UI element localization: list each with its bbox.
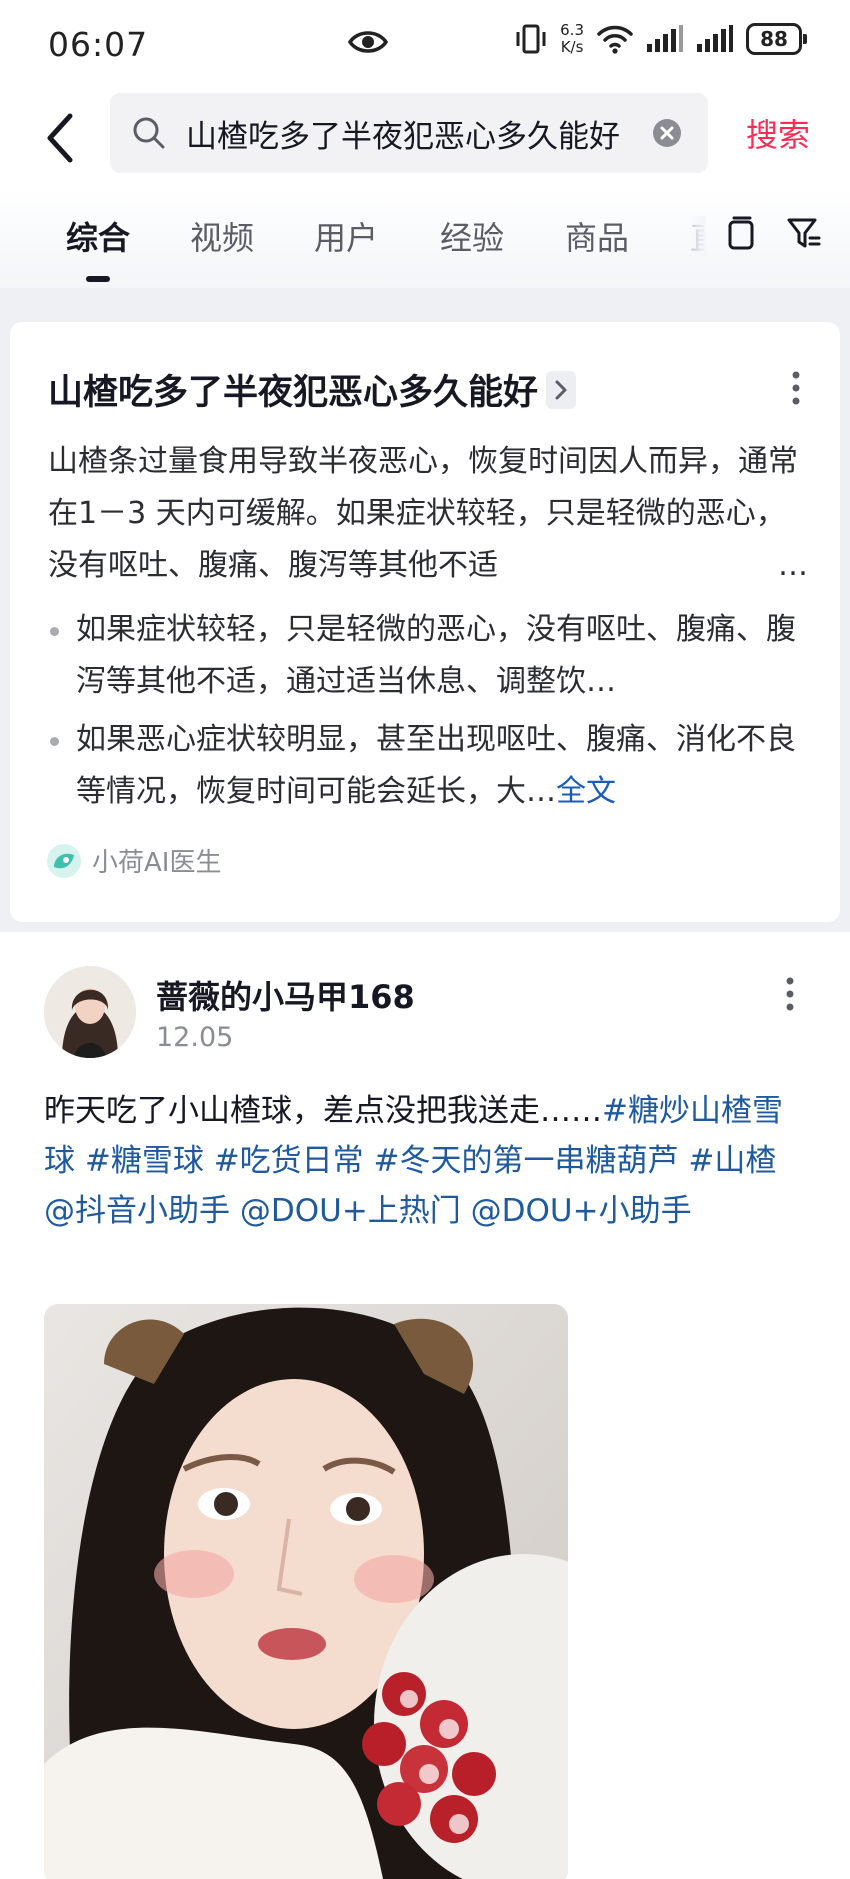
video-thumbnail-image: [44, 1304, 568, 1879]
post-date: 12.05: [156, 1022, 234, 1053]
eye-icon: [348, 31, 388, 53]
status-bar: 06:07 6.3 K/s 88: [0, 0, 850, 88]
more-icon[interactable]: [784, 976, 796, 1012]
mention[interactable]: @抖音小助手: [44, 1193, 230, 1229]
tab-fade: [688, 216, 706, 256]
battery-icon: 88: [746, 23, 807, 55]
hashtag[interactable]: #糖雪球: [85, 1143, 204, 1179]
signal-icon-2: [697, 25, 733, 52]
mention[interactable]: @DOU+上热门: [240, 1193, 461, 1229]
tab-active-indicator: [86, 276, 110, 282]
video-post-card[interactable]: 蔷薇的小马甲168 12.05 昨天吃了小山楂球，差点没把我送走……#糖炒山楂雪…: [0, 932, 850, 1879]
tab-video[interactable]: 视频: [190, 213, 254, 259]
tab-users[interactable]: 用户: [314, 213, 378, 259]
status-time: 06:07: [48, 24, 149, 64]
tab-experience[interactable]: 经验: [440, 213, 504, 259]
tab-comprehensive[interactable]: 综合: [66, 213, 130, 259]
hashtag[interactable]: #山楂: [688, 1143, 776, 1179]
copy-icon[interactable]: [724, 214, 758, 254]
status-icons: 6.3 K/s 88: [514, 21, 807, 56]
signal-icon: [647, 25, 683, 52]
ai-card-title[interactable]: 山楂吃多了半夜犯恶心多久能好: [48, 364, 577, 415]
search-icon: [133, 117, 165, 149]
filter-icon[interactable]: [786, 214, 822, 254]
search-input[interactable]: [186, 115, 646, 151]
ai-bullet-item: 如果恶心症状较明显，甚至出现呕吐、腹痛、消化不良等情况，恢复时间可能会延长，大……: [48, 714, 808, 818]
search-box[interactable]: [110, 93, 708, 173]
hashtag[interactable]: #吃货日常: [214, 1143, 364, 1179]
read-full-link[interactable]: 全文: [556, 774, 616, 809]
hashtag[interactable]: #冬天的第一串糖葫芦: [374, 1143, 679, 1179]
ai-source[interactable]: 小荷AI医生: [46, 842, 221, 879]
ai-answer-card[interactable]: 山楂吃多了半夜犯恶心多久能好 山楂条过量食用导致半夜恶心，恢复时间因人而异，通常…: [10, 322, 840, 922]
post-description: 昨天吃了小山楂球，差点没把我送走……#糖炒山楂雪球 #糖雪球 #吃货日常 #冬天…: [44, 1093, 783, 1229]
back-arrow-icon[interactable]: [40, 108, 80, 168]
more-icon[interactable]: [790, 370, 802, 406]
search-button[interactable]: 搜索: [746, 110, 810, 156]
mention[interactable]: @DOU+小助手: [471, 1193, 692, 1229]
vibrate-icon: [516, 24, 546, 54]
chevron-right-icon: [546, 370, 577, 409]
tab-bar: 综合 视频 用户 经验 商品 直: [0, 188, 850, 288]
search-header: 搜索: [0, 88, 850, 188]
avatar[interactable]: [44, 966, 136, 1058]
tab-products[interactable]: 商品: [565, 213, 629, 259]
net-speed: 6.3 K/s: [560, 21, 584, 56]
xiaohe-logo-icon: [47, 843, 81, 878]
ai-bullet-item: 如果症状较轻，只是轻微的恶心，没有呕吐、腹痛、腹泻等其他不适，通过适当休息、调整…: [48, 604, 808, 708]
author-name[interactable]: 蔷薇的小马甲168: [156, 972, 415, 1018]
ai-summary-text: 山楂条过量食用导致半夜恶心，恢复时间因人而异，通常在1－3 天内可缓解。如果症状…: [48, 436, 808, 592]
video-thumbnail[interactable]: [44, 1304, 568, 1879]
clear-icon[interactable]: [652, 118, 682, 148]
wifi-icon: [597, 25, 633, 54]
